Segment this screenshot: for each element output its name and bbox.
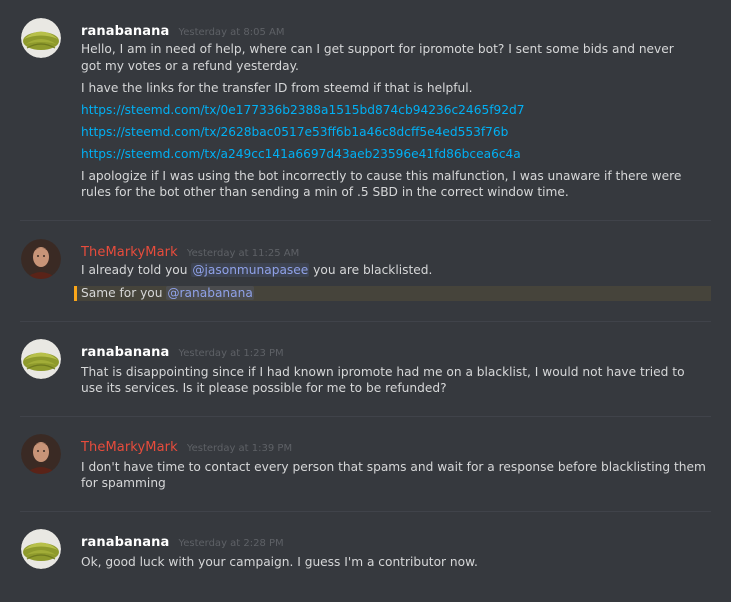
message-text: got my votes or a refund yesterday. <box>81 59 299 73</box>
transfer-link: https://steemd.com/tx/2628bac0517e53ff6b… <box>81 124 709 140</box>
timestamp: Yesterday at 1:39 PM <box>186 443 293 454</box>
message-group: TheMarkyMark Yesterday at 11:25 AM I alr… <box>0 239 731 309</box>
message-text: I apologize if I was using the bot incor… <box>81 169 682 183</box>
transfer-link[interactable]: https://steemd.com/tx/2628bac0517e53ff6b… <box>81 125 508 139</box>
message-text-part: Same for you <box>81 286 167 300</box>
message-text: Same for you @ranabanana <box>81 285 709 301</box>
banana-avatar-icon <box>21 339 61 379</box>
transfer-link[interactable]: https://steemd.com/tx/0e177336b2388a1515… <box>81 103 525 117</box>
username[interactable]: ranabanana <box>81 345 169 360</box>
avatar-marky[interactable] <box>21 239 61 279</box>
user-mention[interactable]: @jasonmunapasee <box>191 263 310 277</box>
message-header: ranabanana Yesterday at 1:23 PM <box>81 341 284 360</box>
message-header: ranabanana Yesterday at 2:28 PM <box>81 531 284 550</box>
transfer-link[interactable]: https://steemd.com/tx/a249cc141a6697d43a… <box>81 147 521 161</box>
message-divider <box>20 416 711 417</box>
timestamp: Yesterday at 2:28 PM <box>178 538 284 549</box>
message-group: TheMarkyMark Yesterday at 1:39 PM I don'… <box>0 434 731 494</box>
message-group: ranabanana Yesterday at 8:05 AM Hello, I… <box>0 18 731 208</box>
avatar-banana[interactable] <box>21 529 61 569</box>
message-header: ranabanana Yesterday at 8:05 AM <box>81 20 285 39</box>
message-group: ranabanana Yesterday at 1:23 PM That is … <box>0 339 731 399</box>
message-text: That is disappointing since if I had kno… <box>81 365 685 379</box>
timestamp: Yesterday at 11:25 AM <box>186 248 300 259</box>
banana-avatar-icon <box>21 529 61 569</box>
message-text: Hello, I am in need of help, where can I… <box>81 42 674 56</box>
message-text: for spamming <box>81 476 166 490</box>
message-header: TheMarkyMark Yesterday at 11:25 AM <box>81 241 299 260</box>
username[interactable]: ranabanana <box>81 535 169 550</box>
chat-message-list: ranabanana Yesterday at 8:05 AM Hello, I… <box>0 0 731 602</box>
message-text: I don't have time to contact every perso… <box>81 460 706 474</box>
user-mention[interactable]: @ranabanana <box>166 286 254 300</box>
message-group: ranabanana Yesterday at 2:28 PM Ok, good… <box>0 529 731 579</box>
avatar-marky[interactable] <box>21 434 61 474</box>
user-portrait-icon <box>21 239 61 279</box>
username[interactable]: TheMarkyMark <box>81 440 178 455</box>
message-divider <box>20 220 711 221</box>
transfer-link: https://steemd.com/tx/0e177336b2388a1515… <box>81 102 709 118</box>
timestamp: Yesterday at 8:05 AM <box>178 27 285 38</box>
username[interactable]: TheMarkyMark <box>81 245 178 260</box>
message-divider <box>20 321 711 322</box>
message-text: rules for the bot other than sending a m… <box>81 185 569 199</box>
message-text-part: I already told you <box>81 263 192 277</box>
avatar-banana[interactable] <box>21 339 61 379</box>
message-text-part: you are blacklisted. <box>309 263 433 277</box>
user-portrait-icon <box>21 434 61 474</box>
message-text: I have the links for the transfer ID fro… <box>81 81 473 95</box>
timestamp: Yesterday at 1:23 PM <box>178 348 284 359</box>
message-divider <box>20 511 711 512</box>
message-text: Ok, good luck with your campaign. I gues… <box>81 555 478 569</box>
avatar-banana[interactable] <box>21 18 61 58</box>
message-text: use its services. Is it please possible … <box>81 381 447 395</box>
username[interactable]: ranabanana <box>81 24 169 39</box>
transfer-link: https://steemd.com/tx/a249cc141a6697d43a… <box>81 146 709 162</box>
message-header: TheMarkyMark Yesterday at 1:39 PM <box>81 436 292 455</box>
banana-avatar-icon <box>21 18 61 58</box>
message-text: I already told you @jasonmunapasee you a… <box>81 262 709 278</box>
